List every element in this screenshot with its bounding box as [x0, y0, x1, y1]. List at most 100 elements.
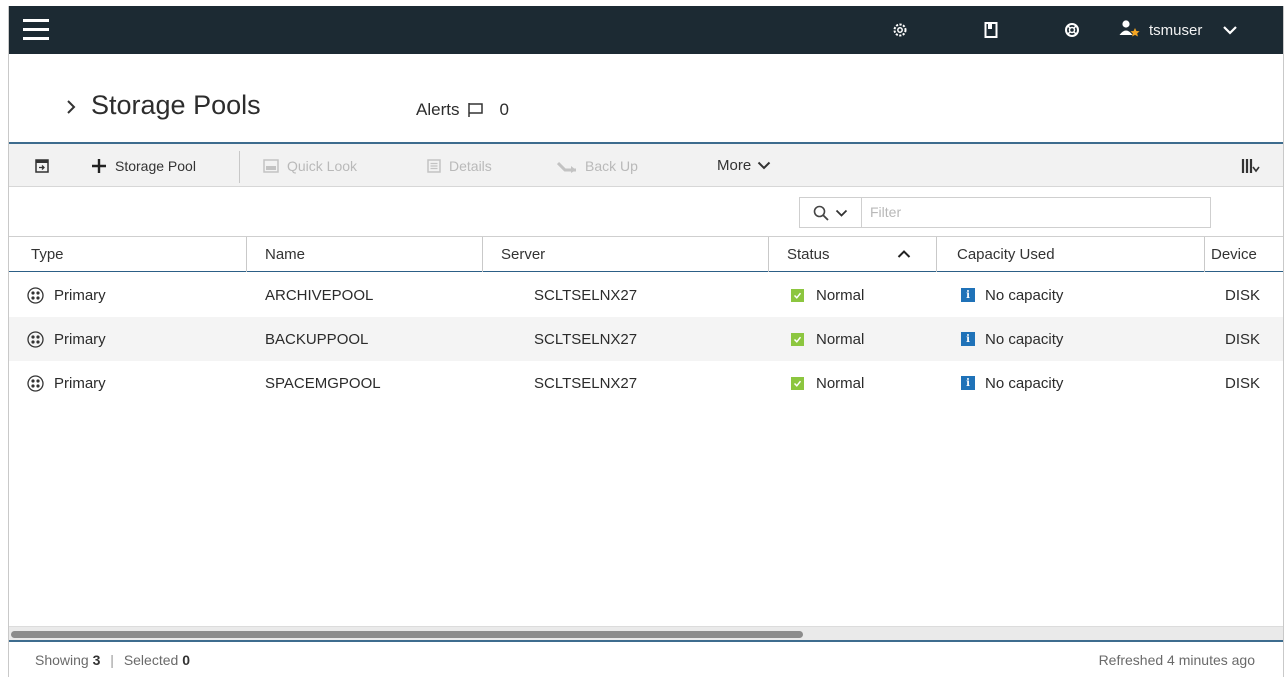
alerts-indicator[interactable]: Alerts 0 — [416, 100, 509, 120]
sort-ascending-icon[interactable] — [897, 246, 911, 264]
alerts-count: 0 — [499, 100, 509, 119]
chevron-down-icon[interactable] — [1222, 25, 1238, 35]
username: tsmuser — [1149, 21, 1203, 39]
status-normal-icon — [791, 332, 804, 346]
add-storage-pool-button[interactable]: Storage Pool — [91, 144, 196, 187]
server-cell: SCLTSELNX27 — [534, 374, 638, 392]
search-icon — [813, 205, 829, 221]
panel-toggle-icon — [35, 158, 49, 173]
status-cell: Normal — [791, 317, 864, 361]
user-menu[interactable]: tsmuser — [1119, 18, 1238, 42]
status-footer: Showing 3 | Selected 0 Refreshed 4 minut… — [9, 640, 1283, 677]
device-cell: DISK — [1225, 286, 1261, 304]
table-header: Type Name Server Status Capacity Used De… — [9, 237, 1283, 272]
status-value: Normal — [816, 286, 865, 304]
flag-icon — [467, 102, 485, 118]
info-icon: i — [961, 288, 975, 302]
device-cell: DISK — [1225, 330, 1261, 348]
back-up-button[interactable]: Back Up — [557, 144, 638, 187]
more-label: More — [717, 157, 752, 174]
storage-pool-icon — [27, 286, 44, 304]
type-value: Primary — [54, 374, 106, 392]
quick-look-button[interactable]: Quick Look — [263, 144, 357, 187]
filter-bar — [9, 187, 1283, 237]
type-value: Primary — [54, 330, 106, 348]
capacity-cell: i No capacity — [961, 273, 1063, 317]
collapse-panel-button[interactable] — [35, 144, 49, 187]
showing-label: Showing — [35, 652, 89, 668]
name-cell: ARCHIVEPOOL — [265, 286, 374, 304]
device-cell: DISK — [1225, 374, 1261, 392]
showing-count: 3 — [92, 652, 101, 668]
back-up-label: Back Up — [585, 157, 638, 174]
top-bar: tsmuser — [9, 6, 1283, 54]
details-icon — [427, 158, 441, 173]
toolbar: Storage Pool Quick Look Details Back Up … — [9, 142, 1283, 187]
capacity-value: No capacity — [985, 286, 1064, 304]
capacity-value: No capacity — [985, 330, 1064, 348]
column-divider[interactable] — [936, 237, 937, 272]
search-box — [799, 197, 1211, 228]
filter-input[interactable] — [870, 202, 1200, 222]
column-divider[interactable] — [246, 237, 247, 272]
refresh-status: Refreshed 4 minutes ago — [1098, 652, 1255, 668]
column-header-name[interactable]: Name — [251, 237, 481, 272]
add-storage-pool-label: Storage Pool — [115, 157, 196, 174]
quick-look-label: Quick Look — [287, 157, 358, 174]
status-cell: Normal — [791, 273, 864, 317]
column-divider[interactable] — [482, 237, 483, 272]
selection-summary: Showing 3 | Selected 0 — [35, 652, 190, 668]
status-cell: Normal — [791, 361, 864, 405]
breadcrumb-chevron-icon[interactable] — [65, 98, 77, 121]
quick-look-icon — [263, 158, 279, 173]
capacity-value: No capacity — [985, 374, 1064, 392]
scrollbar-thumb[interactable] — [11, 631, 803, 638]
column-header-server[interactable]: Server — [487, 237, 769, 272]
info-icon: i — [961, 332, 975, 346]
server-cell: SCLTSELNX27 — [534, 330, 638, 348]
settings-icon[interactable] — [889, 19, 911, 41]
info-icon: i — [961, 376, 975, 390]
more-menu-button[interactable]: More — [717, 144, 771, 187]
type-cell: Primary — [27, 273, 106, 317]
status-normal-icon — [791, 376, 804, 390]
storage-pool-icon — [27, 330, 44, 348]
table-row[interactable]: Primary SPACEMGPOOL SCLTSELNX27 Normal i… — [9, 361, 1283, 405]
type-value: Primary — [54, 286, 106, 304]
alerts-label: Alerts — [416, 100, 460, 119]
capacity-cell: i No capacity — [961, 361, 1063, 405]
details-button[interactable]: Details — [427, 144, 492, 187]
column-settings-button[interactable] — [1241, 144, 1261, 187]
name-cell: BACKUPPOOL — [265, 330, 369, 348]
selected-count: 0 — [182, 652, 190, 668]
status-value: Normal — [816, 330, 865, 348]
status-normal-icon — [791, 288, 804, 302]
toolbar-divider — [239, 151, 240, 183]
table-row[interactable]: Primary BACKUPPOOL SCLTSELNX27 Normal i … — [9, 317, 1283, 361]
details-label: Details — [449, 157, 492, 174]
back-up-icon — [557, 159, 577, 173]
column-divider[interactable] — [768, 237, 769, 272]
bookmark-icon[interactable] — [980, 19, 1002, 41]
help-icon[interactable] — [1061, 19, 1083, 41]
search-options-button[interactable] — [800, 198, 862, 227]
chevron-down-icon — [835, 209, 848, 217]
selected-label: Selected — [123, 652, 179, 668]
column-header-type[interactable]: Type — [17, 237, 245, 272]
page-title: Storage Pools — [91, 90, 261, 120]
server-cell: SCLTSELNX27 — [534, 286, 638, 304]
chevron-down-icon — [757, 161, 771, 170]
capacity-cell: i No capacity — [961, 317, 1063, 361]
storage-pool-icon — [27, 374, 44, 392]
page-header: Storage Pools Alerts 0 — [9, 54, 1283, 142]
type-cell: Primary — [27, 317, 106, 361]
column-header-capacity-used[interactable]: Capacity Used — [943, 237, 1203, 272]
horizontal-scrollbar[interactable] — [9, 626, 1283, 640]
column-header-device[interactable]: Device — [1197, 237, 1283, 272]
app-frame: tsmuser Storage Pools Alerts 0 Storage P… — [8, 6, 1284, 677]
menu-icon[interactable] — [23, 19, 49, 41]
type-cell: Primary — [27, 361, 106, 405]
columns-icon — [1241, 158, 1261, 174]
table-row[interactable]: Primary ARCHIVEPOOL SCLTSELNX27 Normal i… — [9, 273, 1283, 317]
user-icon — [1119, 19, 1141, 41]
